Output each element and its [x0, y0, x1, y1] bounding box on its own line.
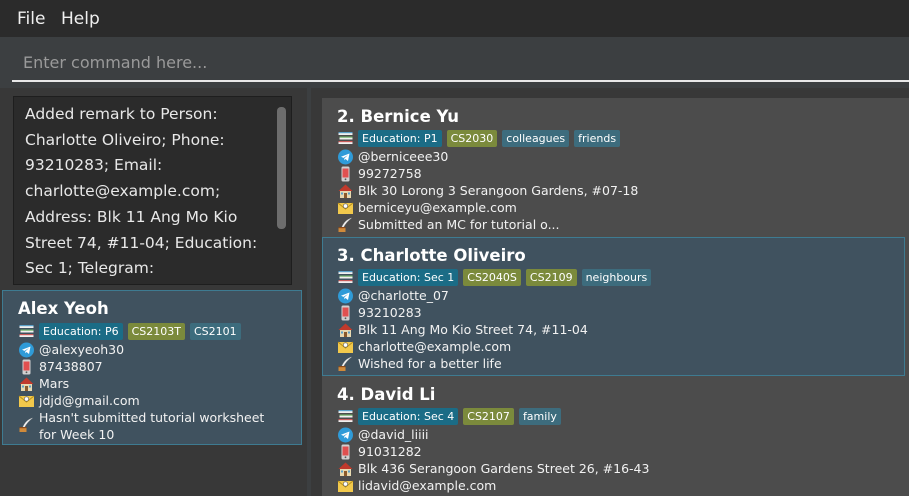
menu-bar: File Help	[0, 0, 909, 37]
address: Mars	[39, 376, 70, 391]
telegram-handle: @david_liiii	[358, 427, 429, 442]
tag-module: CS2101	[190, 322, 241, 340]
phone-number: 87438807	[39, 359, 103, 374]
remark-text: Hasn't submitted tutorial worksheet for …	[39, 410, 265, 442]
tag-education: Education: Sec 1	[358, 268, 459, 286]
tag-group: friends	[574, 129, 621, 147]
person-list[interactable]: 2. Bernice Yu Education: P1 CS2030 colle…	[322, 98, 909, 496]
person-card[interactable]: 2. Bernice Yu Education: P1 CS2030 colle…	[322, 98, 909, 236]
envelope-icon	[18, 393, 35, 409]
person-card-selected[interactable]: 3. Charlotte Oliveiro Education: Sec 1 C…	[322, 237, 905, 376]
tag-module: CS2109	[525, 268, 577, 286]
books-icon	[337, 408, 354, 424]
phone-number: 93210283	[358, 305, 422, 320]
tag-module: CS2040S	[463, 268, 521, 286]
email-row: jdjd@gmail.com	[18, 392, 140, 409]
telegram-icon	[337, 149, 354, 165]
books-icon	[337, 269, 354, 285]
phone-row: 93210283	[337, 304, 422, 321]
result-display[interactable]: Added remark to Person: Charlotte Olivei…	[13, 96, 292, 285]
address-row: Blk 30 Lorong 3 Serangoon Gardens, #07-1…	[337, 182, 638, 199]
quill-icon	[18, 417, 35, 433]
email-row: berniceyu@example.com	[337, 199, 517, 216]
email: lidavid@example.com	[358, 478, 497, 493]
person-name: 4. David Li	[337, 385, 436, 404]
email-row: charlotte@example.com	[337, 338, 511, 355]
address-row: Blk 11 Ang Mo Kio Street 74, #11-04	[337, 321, 588, 338]
command-area	[0, 37, 909, 88]
phone-row: 87438807	[18, 358, 103, 375]
telegram-handle: @alexyeoh30	[39, 342, 125, 357]
person-name: Alex Yeoh	[18, 299, 109, 318]
house-icon	[337, 183, 354, 199]
envelope-icon	[337, 200, 354, 216]
tag-group: family	[518, 407, 561, 425]
tag-education: Education: Sec 4	[358, 407, 459, 425]
books-icon	[337, 130, 354, 146]
phone-icon	[337, 305, 354, 321]
phone-number: 99272758	[358, 166, 422, 181]
telegram-icon	[18, 342, 35, 358]
tag-group: colleagues	[502, 129, 570, 147]
email: berniceyu@example.com	[358, 200, 517, 215]
books-icon	[18, 323, 35, 339]
left-panel: Added remark to Person: Charlotte Olivei…	[0, 88, 307, 496]
house-icon	[337, 461, 354, 477]
phone-icon	[337, 166, 354, 182]
phone-row: 99272758	[337, 165, 422, 182]
remark-text: Wished for a better life	[358, 356, 502, 371]
telegram-icon	[337, 427, 354, 443]
tag-group: neighbours	[581, 268, 652, 286]
telegram-row: @charlotte_07	[337, 287, 449, 304]
email-row: lidavid@example.com	[337, 477, 496, 494]
phone-icon	[337, 444, 354, 460]
telegram-handle: @charlotte_07	[358, 288, 449, 303]
tag-module: CS2103T	[127, 322, 185, 340]
envelope-icon	[337, 339, 354, 355]
tag-education: Education: P1	[358, 129, 442, 147]
envelope-icon	[337, 478, 354, 494]
tag-module: CS2030	[446, 129, 498, 147]
result-text: Added remark to Person: Charlotte Olivei…	[25, 105, 258, 278]
result-scrollbar[interactable]	[277, 107, 286, 229]
menu-file[interactable]: File	[17, 9, 45, 29]
phone-row: 91031282	[337, 443, 422, 460]
phone-icon	[18, 359, 35, 375]
telegram-icon	[337, 288, 354, 304]
address: Blk 436 Serangoon Gardens Street 26, #16…	[358, 461, 650, 476]
remark-row: Wished for a better life	[337, 355, 502, 372]
tag-list: Education: Sec 1 CS2040S CS2109 neighbou…	[337, 268, 656, 286]
email: charlotte@example.com	[358, 339, 512, 354]
remark-row: Submitted an MC for tutorial o...	[337, 216, 559, 233]
person-name: 3. Charlotte Oliveiro	[337, 246, 526, 265]
person-list-panel: 2. Bernice Yu Education: P1 CS2030 colle…	[311, 88, 909, 496]
remark-row: Hasn't submitted tutorial worksheet for …	[18, 409, 278, 443]
house-icon	[337, 322, 354, 338]
address: Blk 30 Lorong 3 Serangoon Gardens, #07-1…	[358, 183, 639, 198]
selected-person-card[interactable]: Alex Yeoh Education: P6 CS2103T CS2101 @…	[2, 290, 302, 445]
address: Blk 11 Ang Mo Kio Street 74, #11-04	[358, 322, 588, 337]
tag-education: Education: P6	[39, 322, 123, 340]
quill-icon	[337, 356, 354, 372]
phone-number: 91031282	[358, 444, 422, 459]
person-name: 2. Bernice Yu	[337, 107, 460, 126]
tag-list: Education: P6 CS2103T CS2101	[18, 322, 246, 340]
tag-module: CS2107	[463, 407, 514, 425]
telegram-row: @alexyeoh30	[18, 341, 124, 358]
command-input[interactable]	[12, 45, 909, 82]
telegram-row: @david_liiii	[337, 426, 429, 443]
quill-icon	[337, 217, 354, 233]
remark-text: Submitted an MC for tutorial o...	[358, 217, 560, 232]
address-row: Blk 436 Serangoon Gardens Street 26, #16…	[337, 460, 649, 477]
address-row: Mars	[18, 375, 69, 392]
menu-help[interactable]: Help	[61, 9, 100, 29]
telegram-handle: @berniceee30	[358, 149, 449, 164]
tag-list: Education: Sec 4 CS2107 family	[337, 407, 566, 425]
tag-list: Education: P1 CS2030 colleagues friends	[337, 129, 625, 147]
house-icon	[18, 376, 35, 392]
person-card[interactable]: 4. David Li Education: Sec 4 CS2107 fami…	[322, 377, 909, 496]
telegram-row: @berniceee30	[337, 148, 448, 165]
email: jdjd@gmail.com	[39, 393, 140, 408]
